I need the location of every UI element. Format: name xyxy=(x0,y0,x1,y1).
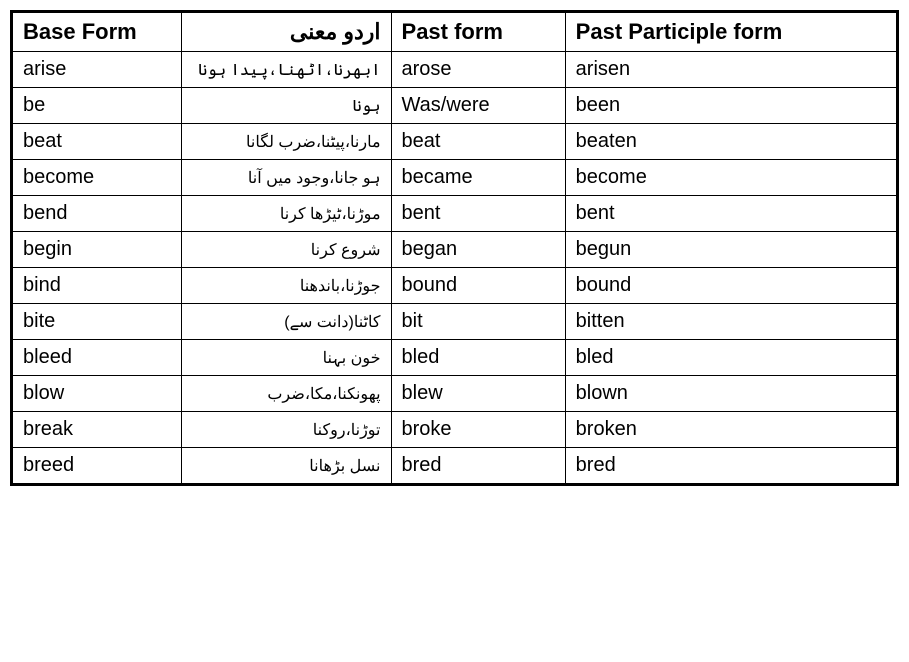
cell-base: bleed xyxy=(13,340,182,376)
cell-past: bred xyxy=(391,448,565,484)
table-row: beہوناWas/werebeen xyxy=(13,88,897,124)
cell-participle: begun xyxy=(565,232,896,268)
cell-participle: beaten xyxy=(565,124,896,160)
cell-participle: bent xyxy=(565,196,896,232)
cell-urdu: توڑنا،روکنا xyxy=(182,412,392,448)
cell-past: arose xyxy=(391,52,565,88)
verb-table: Base Form اردو معنی Past form Past Parti… xyxy=(10,10,899,486)
cell-participle: broken xyxy=(565,412,896,448)
cell-urdu: شروع کرنا xyxy=(182,232,392,268)
cell-past: bit xyxy=(391,304,565,340)
header-urdu: اردو معنی xyxy=(182,13,392,52)
header-base: Base Form xyxy=(13,13,182,52)
cell-past: began xyxy=(391,232,565,268)
cell-base: beat xyxy=(13,124,182,160)
cell-base: blow xyxy=(13,376,182,412)
cell-past: bent xyxy=(391,196,565,232)
cell-urdu: ہونا xyxy=(182,88,392,124)
table-header-row: Base Form اردو معنی Past form Past Parti… xyxy=(13,13,897,52)
table-row: beatمارنا،پیٹنا،ضرب لگاناbeatbeaten xyxy=(13,124,897,160)
table-row: breedنسل بڑھاناbredbred xyxy=(13,448,897,484)
table-row: beginشروع کرناbeganbegun xyxy=(13,232,897,268)
cell-participle: bled xyxy=(565,340,896,376)
cell-past: bled xyxy=(391,340,565,376)
cell-urdu: ابھرنا،اٹھنا،پیدا ہونا xyxy=(182,52,392,88)
cell-participle: bred xyxy=(565,448,896,484)
cell-participle: become xyxy=(565,160,896,196)
table-row: blowپھونکنا،مکا،ضربblewblown xyxy=(13,376,897,412)
cell-base: arise xyxy=(13,52,182,88)
cell-participle: bound xyxy=(565,268,896,304)
cell-urdu: خون بہنا xyxy=(182,340,392,376)
table-row: breakتوڑنا،روکناbrokebroken xyxy=(13,412,897,448)
cell-base: become xyxy=(13,160,182,196)
cell-base: bind xyxy=(13,268,182,304)
cell-urdu: کاٹنا(دانت سے) xyxy=(182,304,392,340)
cell-base: breed xyxy=(13,448,182,484)
cell-past: broke xyxy=(391,412,565,448)
cell-participle: arisen xyxy=(565,52,896,88)
cell-base: bend xyxy=(13,196,182,232)
cell-past: Was/were xyxy=(391,88,565,124)
cell-base: be xyxy=(13,88,182,124)
cell-participle: bitten xyxy=(565,304,896,340)
cell-urdu: موڑنا،ٹیڑھا کرنا xyxy=(182,196,392,232)
table-row: bindجوڑنا،باندھناboundbound xyxy=(13,268,897,304)
cell-base: break xyxy=(13,412,182,448)
cell-urdu: مارنا،پیٹنا،ضرب لگانا xyxy=(182,124,392,160)
cell-past: bound xyxy=(391,268,565,304)
cell-base: bite xyxy=(13,304,182,340)
table-row: bendموڑنا،ٹیڑھا کرناbentbent xyxy=(13,196,897,232)
cell-urdu: پھونکنا،مکا،ضرب xyxy=(182,376,392,412)
header-participle: Past Participle form xyxy=(565,13,896,52)
table-row: biteکاٹنا(دانت سے)bitbitten xyxy=(13,304,897,340)
cell-participle: been xyxy=(565,88,896,124)
cell-urdu: ہو جانا،وجود میں آنا xyxy=(182,160,392,196)
cell-past: became xyxy=(391,160,565,196)
table-row: ariseابھرنا،اٹھنا،پیدا ہوناarosearisen xyxy=(13,52,897,88)
cell-base: begin xyxy=(13,232,182,268)
cell-participle: blown xyxy=(565,376,896,412)
table-row: becomeہو جانا،وجود میں آناbecamebecome xyxy=(13,160,897,196)
header-past: Past form xyxy=(391,13,565,52)
table-row: bleedخون بہناbledbled xyxy=(13,340,897,376)
cell-urdu: نسل بڑھانا xyxy=(182,448,392,484)
cell-past: blew xyxy=(391,376,565,412)
cell-urdu: جوڑنا،باندھنا xyxy=(182,268,392,304)
cell-past: beat xyxy=(391,124,565,160)
